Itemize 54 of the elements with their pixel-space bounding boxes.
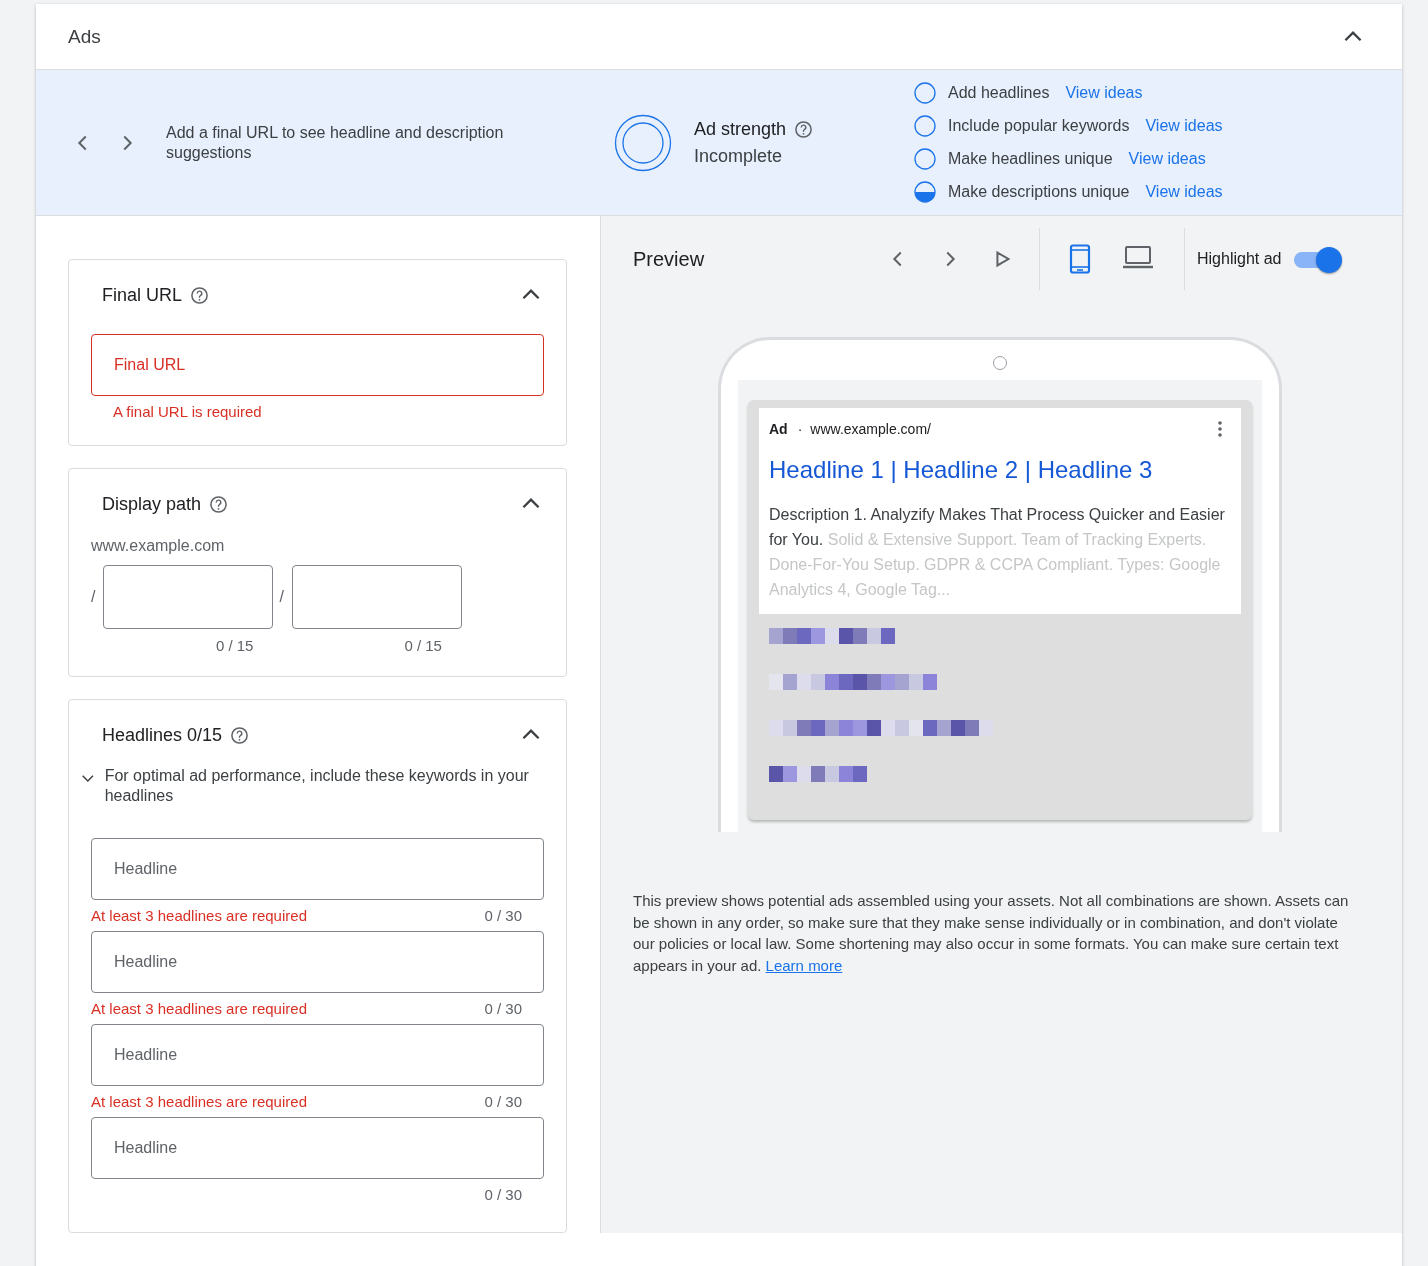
- suggestion-message: Add a final URL to see headline and description suggestions: [166, 122, 505, 163]
- preview-title: Preview: [633, 247, 706, 271]
- character-counter: 0 / 30: [484, 1000, 522, 1019]
- help-icon[interactable]: [794, 119, 814, 139]
- ad-strength-ring-icon: [614, 113, 672, 172]
- input-field[interactable]: Headline: [91, 1024, 544, 1086]
- suggestion-label: Include popular keywords: [948, 117, 1130, 135]
- card-title: Display path: [102, 493, 202, 515]
- suggestion-label: Add headlines: [948, 84, 1050, 102]
- ad-headline[interactable]: Headline 1 | Headline 2 | Headline 3: [769, 456, 1231, 484]
- view-ideas-link[interactable]: View ideas: [1145, 183, 1223, 201]
- path-separator: /: [279, 588, 284, 606]
- ad-label: Ad: [769, 421, 788, 437]
- help-icon[interactable]: [230, 725, 250, 745]
- card-title: Final URL: [102, 284, 183, 306]
- dot-separator: ·: [797, 421, 803, 437]
- error-message: At least 3 headlines are required: [91, 907, 307, 926]
- suggestion-label: Make descriptions unique: [948, 183, 1130, 201]
- ad-url: www.example.com/: [810, 421, 931, 437]
- view-ideas-link[interactable]: View ideas: [1145, 117, 1223, 135]
- error-message: A final URL is required: [113, 403, 262, 422]
- view-ideas-link[interactable]: View ideas: [1128, 150, 1206, 168]
- ad-strength-value: Incomplete: [694, 145, 784, 167]
- suggestion-label: Make headlines unique: [948, 150, 1113, 168]
- view-ideas-link[interactable]: View ideas: [1065, 84, 1143, 102]
- input-field[interactable]: Headline: [91, 1117, 544, 1179]
- path-separator: /: [91, 588, 96, 606]
- error-message: At least 3 headlines are required: [91, 1000, 307, 1019]
- more-icon[interactable]: [1217, 420, 1223, 438]
- input-field[interactable]: [103, 565, 274, 629]
- keyword-hint: For optimal ad performance, include these keywords in your headlines: [104, 766, 530, 806]
- section-title: Ads: [68, 25, 101, 48]
- preview-disclaimer: This preview shows potential ads assembled using your assets. Not all combinations are shown. Assets can be shown in any order, so make sure that they make sense individually or in combination, and don't violate our policies or local law. Some shortening may also occur in some formats. You can make sure certain text appears in your ad. Learn more: [633, 891, 1350, 976]
- ad-strength-label: Ad strength: [694, 118, 787, 140]
- character-counter: 0 / 30: [484, 907, 522, 926]
- ad-description: Description 1. Analyzify Makes That Process Quicker and Easier for You. Solid & Extensive Support. Team of Tracking Experts. Done-For-You Setup. GDPR & CCPA Compliant. Types: Google Analytics 4, Google Tag...: [769, 505, 1226, 600]
- toggle-label: Highlight ad: [1197, 250, 1282, 268]
- character-counter: 0 / 30: [484, 1186, 522, 1205]
- laptop-icon[interactable]: [1122, 244, 1154, 270]
- help-icon[interactable]: [209, 494, 229, 514]
- character-counter: 0 / 30: [484, 1093, 522, 1112]
- input-field[interactable]: Headline: [91, 931, 544, 993]
- error-message: At least 3 headlines are required: [91, 1093, 307, 1112]
- input-field[interactable]: [291, 565, 462, 629]
- learn-more-link[interactable]: Learn more: [765, 956, 843, 974]
- highlight-toggle[interactable]: [1293, 248, 1340, 270]
- phone-icon[interactable]: [1068, 244, 1092, 274]
- input-field[interactable]: Headline: [91, 838, 544, 900]
- character-counter: 0 / 15: [215, 637, 254, 654]
- help-icon[interactable]: [190, 285, 210, 305]
- card-title: Headlines 0/15: [102, 724, 223, 746]
- input-field[interactable]: Final URL: [91, 334, 544, 396]
- character-counter: 0 / 15: [404, 637, 442, 654]
- domain-text: www.example.com: [91, 537, 226, 555]
